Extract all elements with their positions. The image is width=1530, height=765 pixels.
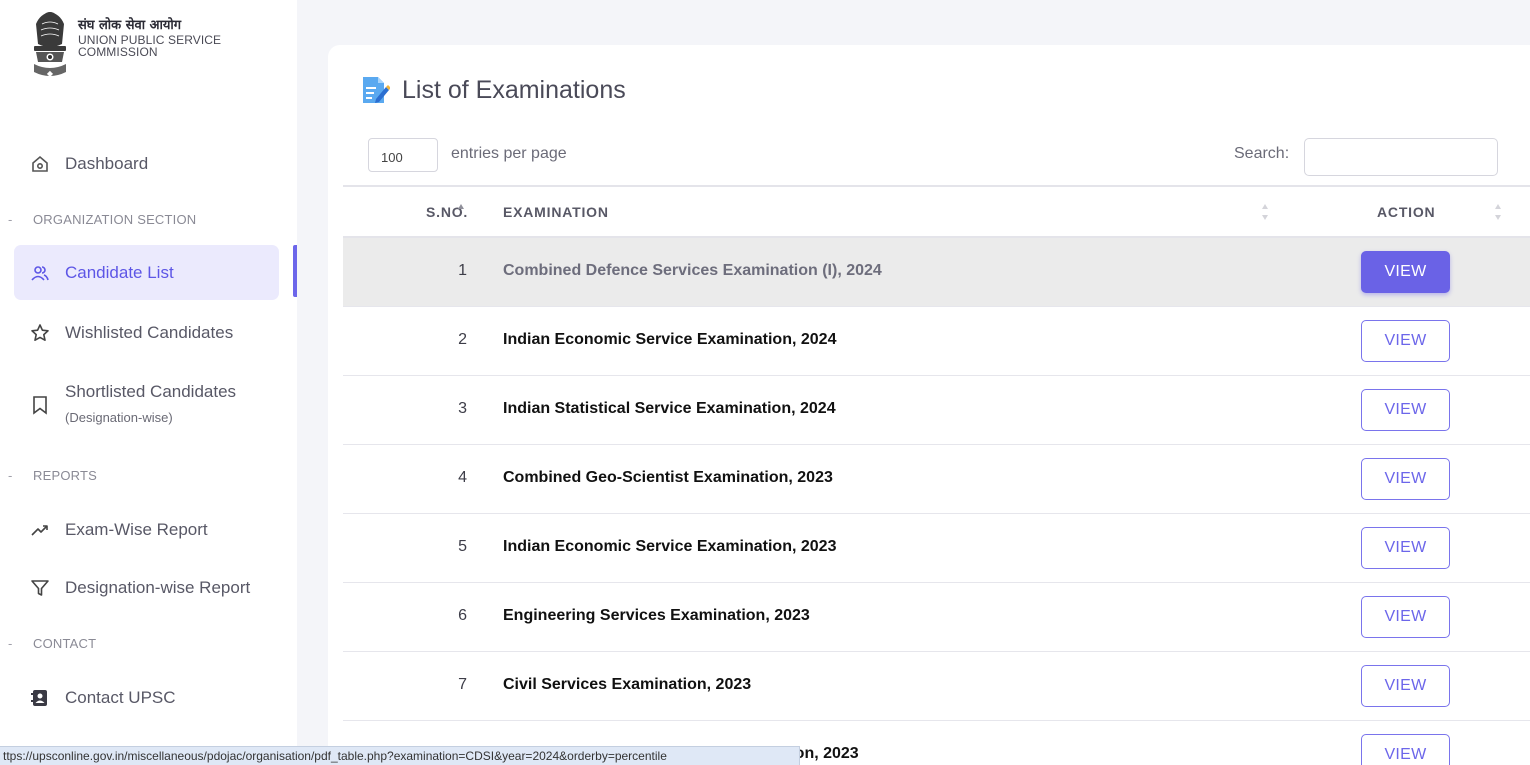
- sidebar-item-exam-wise-report[interactable]: Exam-Wise Report: [14, 502, 279, 557]
- table-row: 3 Indian Statistical Service Examination…: [343, 376, 1530, 445]
- sidebar-item-shortlisted[interactable]: Shortlisted Candidates (Designation-wise…: [14, 372, 279, 438]
- sidebar-item-label: Designation-wise Report: [65, 577, 251, 597]
- brand-hindi-name: संघ लोक सेवा आयोग: [78, 18, 182, 33]
- table-header: S.NO. EXAMINATION ACTION: [343, 185, 1530, 238]
- exam-list-card: List of Examinations 100 entries per pag…: [328, 45, 1530, 765]
- home-icon: [29, 153, 51, 175]
- upsc-logo[interactable]: ◆ संघ लोक सेवा आयोग UNION PUBLIC SERVICE…: [30, 10, 221, 92]
- star-icon: [29, 322, 51, 344]
- section-label: ORGANIZATION SECTION: [33, 212, 197, 227]
- view-button[interactable]: VIEW: [1361, 458, 1450, 500]
- table-row: 4 Combined Geo-Scientist Examination, 20…: [343, 445, 1530, 514]
- card-header: List of Examinations: [358, 73, 626, 107]
- filter-icon: [29, 577, 51, 599]
- section-organization: - ORGANIZATION SECTION: [8, 212, 196, 227]
- contact-book-icon: [29, 687, 51, 709]
- sort-up-icon[interactable]: [457, 202, 465, 222]
- sidebar-item-dashboard[interactable]: Dashboard: [14, 136, 279, 191]
- row-serial: 3: [458, 400, 467, 417]
- section-reports: - REPORTS: [8, 468, 97, 483]
- view-button[interactable]: VIEW: [1361, 389, 1450, 431]
- search-input[interactable]: [1304, 138, 1498, 176]
- row-serial: 5: [458, 538, 467, 555]
- page-title: List of Examinations: [402, 75, 626, 104]
- users-icon: [29, 262, 51, 284]
- svg-text:◆: ◆: [47, 69, 54, 78]
- section-contact: - CONTACT: [8, 636, 96, 651]
- brand-english-line2: COMMISSION: [78, 45, 158, 59]
- view-button[interactable]: VIEW: [1361, 320, 1450, 362]
- sidebar-item-candidate-list[interactable]: Candidate List: [14, 245, 279, 300]
- table-row: 2 Indian Economic Service Examination, 2…: [343, 307, 1530, 376]
- sidebar-item-label: Candidate List: [65, 262, 174, 282]
- trending-up-icon: [29, 519, 51, 541]
- search-label: Search:: [1234, 145, 1290, 162]
- sidebar-item-label: Dashboard: [65, 153, 149, 173]
- view-button[interactable]: VIEW: [1361, 251, 1450, 293]
- section-dash: -: [8, 212, 13, 227]
- national-emblem-icon: ◆: [34, 12, 66, 78]
- sidebar-item-wishlisted[interactable]: Wishlisted Candidates: [14, 305, 279, 360]
- browser-status-bar-url: ttps://upsconline.gov.in/miscellaneous/p…: [0, 746, 800, 765]
- row-serial: 7: [458, 676, 467, 693]
- row-serial: 4: [458, 469, 467, 486]
- sidebar-item-label: Contact UPSC: [65, 687, 176, 707]
- active-indicator: [293, 245, 297, 297]
- section-label: CONTACT: [33, 636, 97, 651]
- sidebar-item-contact-upsc[interactable]: Contact UPSC: [14, 670, 279, 725]
- entries-per-page-label: entries per page: [451, 145, 567, 162]
- sidebar-item-label: Exam-Wise Report: [65, 519, 208, 539]
- view-button[interactable]: VIEW: [1361, 734, 1450, 765]
- row-serial: 6: [458, 607, 467, 624]
- view-button[interactable]: VIEW: [1361, 596, 1450, 638]
- column-header-examination[interactable]: EXAMINATION: [503, 204, 609, 220]
- table-row: 6 Engineering Services Examination, 2023…: [343, 583, 1530, 652]
- row-serial: 1: [458, 262, 467, 279]
- section-dash: -: [8, 468, 13, 483]
- row-exam-name: Engineering Services Examination, 2023: [503, 607, 810, 624]
- row-exam-name: Indian Economic Service Examination, 202…: [503, 331, 837, 348]
- view-button[interactable]: VIEW: [1361, 665, 1450, 707]
- section-label: REPORTS: [33, 468, 98, 483]
- bookmark-icon: [29, 394, 51, 416]
- sidebar-item-label: Wishlisted Candidates: [65, 322, 234, 342]
- column-header-action[interactable]: ACTION: [1377, 204, 1435, 220]
- row-serial: 2: [458, 331, 467, 348]
- sidebar-item-label: Shortlisted Candidates: [65, 382, 237, 401]
- exam-table: S.NO. EXAMINATION ACTION 1 Combined Defe…: [343, 185, 1530, 765]
- sidebar-item-sublabel: (Designation-wise): [65, 410, 173, 425]
- entries-per-page-select[interactable]: 100: [368, 138, 438, 172]
- table-row: 7 Civil Services Examination, 2023 VIEW: [343, 652, 1530, 721]
- sort-both-icon[interactable]: [1261, 202, 1269, 222]
- row-exam-name: Combined Geo-Scientist Examination, 2023: [503, 469, 833, 486]
- row-exam-name: Civil Services Examination, 2023: [503, 676, 752, 693]
- view-button[interactable]: VIEW: [1361, 527, 1450, 569]
- sidebar: ◆ संघ लोक सेवा आयोग UNION PUBLIC SERVICE…: [0, 0, 297, 765]
- document-edit-icon: [363, 77, 390, 103]
- row-exam-name: Combined Defence Services Examination (I…: [503, 262, 882, 279]
- row-exam-name: Indian Economic Service Examination, 202…: [503, 538, 837, 555]
- table-row: 1 Combined Defence Services Examination …: [343, 238, 1530, 307]
- row-exam-name: Indian Statistical Service Examination, …: [503, 400, 836, 417]
- section-dash: -: [8, 636, 13, 651]
- table-row: 5 Indian Economic Service Examination, 2…: [343, 514, 1530, 583]
- sort-both-icon[interactable]: [1494, 202, 1502, 222]
- sidebar-item-designation-wise-report[interactable]: Designation-wise Report: [14, 560, 279, 615]
